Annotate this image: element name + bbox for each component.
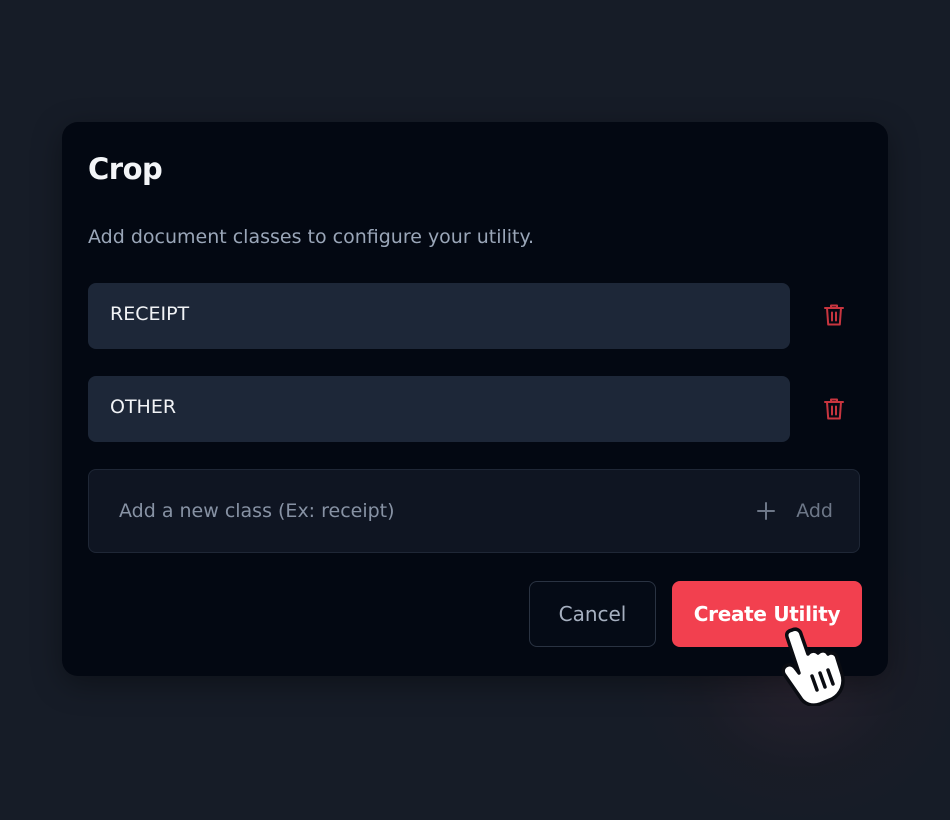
class-item[interactable]: OTHER (88, 376, 790, 442)
create-utility-button[interactable]: Create Utility (672, 581, 862, 647)
class-item-label: OTHER (110, 396, 177, 418)
delete-class-button[interactable] (818, 393, 850, 425)
trash-icon (824, 398, 844, 420)
class-item[interactable]: RECEIPT (88, 283, 790, 349)
delete-class-button[interactable] (818, 299, 850, 331)
add-class-button[interactable]: Add (756, 496, 833, 526)
trash-icon (824, 304, 844, 326)
dialog-subtitle: Add document classes to configure your u… (88, 226, 535, 248)
plus-icon (757, 502, 776, 520)
new-class-field: Add (88, 469, 860, 553)
add-class-label: Add (796, 500, 833, 522)
create-utility-dialog: Crop Add document classes to configure y… (62, 122, 888, 676)
cancel-button[interactable]: Cancel (529, 581, 656, 647)
dialog-title: Crop (88, 152, 163, 186)
new-class-input[interactable] (117, 490, 681, 532)
class-item-label: RECEIPT (110, 303, 190, 325)
